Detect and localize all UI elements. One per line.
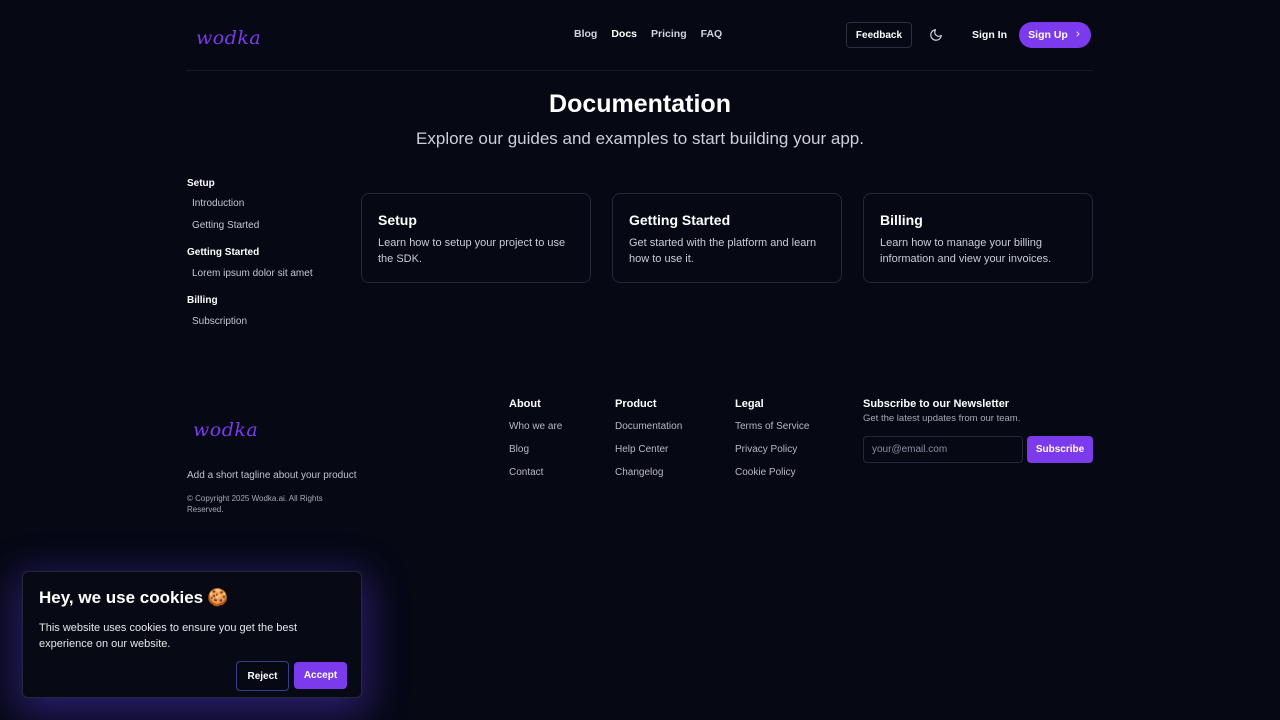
newsletter-heading: Subscribe to our Newsletter	[863, 398, 1010, 410]
brand-logo[interactable]: wodka	[196, 27, 261, 49]
cookie-text: This website uses cookies to ensure you …	[39, 622, 298, 650]
sign-in-button[interactable]: Sign In	[972, 29, 1007, 41]
page-subtitle: Explore our guides and examples to start…	[416, 129, 864, 148]
nav-link-faq[interactable]: FAQ	[701, 28, 723, 40]
main-nav: Blog Docs Pricing FAQ	[574, 28, 722, 40]
card-getting-started[interactable]: Getting Started Get started with the pla…	[612, 193, 842, 283]
footer-link-documentation[interactable]: Documentation	[615, 421, 682, 432]
chevron-right-icon	[1074, 29, 1082, 41]
newsletter: Subscribe to our Newsletter Get the late…	[863, 398, 1093, 463]
cookie-title-text: Hey, we use cookies	[39, 588, 204, 607]
cookie-title: Hey, we use cookies 🍪	[39, 588, 228, 608]
footer-column-legal: Legal Terms of Service Privacy Policy Co…	[735, 398, 809, 490]
card-text: Learn how to manage your billing informa…	[880, 237, 1052, 265]
footer-link-help-center[interactable]: Help Center	[615, 444, 682, 455]
feedback-button[interactable]: Feedback	[846, 22, 912, 48]
sidebar-heading-getting-started: Getting Started	[187, 247, 260, 258]
moon-icon[interactable]	[929, 28, 943, 42]
footer-heading: About	[509, 398, 541, 410]
copyright: © Copyright 2025 Wodka.ai. All Rights Re…	[187, 494, 323, 514]
newsletter-text: Get the latest updates from our team.	[863, 413, 1021, 424]
footer-link-changelog[interactable]: Changelog	[615, 467, 682, 478]
cookie-banner: Hey, we use cookies 🍪 This website uses c…	[22, 571, 362, 698]
nav-link-pricing[interactable]: Pricing	[651, 28, 687, 40]
card-text: Get started with the platform and learn …	[629, 237, 817, 265]
cookie-icon: 🍪	[207, 588, 229, 607]
header-divider	[186, 70, 1093, 71]
footer-logo[interactable]: wodka	[193, 419, 258, 441]
sidebar-heading-billing: Billing	[187, 295, 218, 306]
card-setup[interactable]: Setup Learn how to setup your project to…	[361, 193, 591, 283]
footer-heading: Product	[615, 398, 657, 410]
footer-link-blog[interactable]: Blog	[509, 444, 562, 455]
footer-heading: Legal	[735, 398, 764, 410]
sidebar-item-lorem-ipsum[interactable]: Lorem ipsum dolor sit amet	[192, 268, 313, 279]
reject-button[interactable]: Reject	[236, 661, 289, 691]
accept-button[interactable]: Accept	[294, 662, 347, 689]
card-billing[interactable]: Billing Learn how to manage your billing…	[863, 193, 1093, 283]
subscribe-button[interactable]: Subscribe	[1027, 436, 1093, 463]
card-title: Billing	[880, 212, 923, 228]
footer-link-cookie-policy[interactable]: Cookie Policy	[735, 467, 809, 478]
card-title: Getting Started	[629, 212, 731, 228]
footer-link-privacy[interactable]: Privacy Policy	[735, 444, 809, 455]
newsletter-email-input[interactable]	[863, 436, 1023, 463]
footer-tagline: Add a short tagline about your product	[187, 470, 357, 481]
footer-column-product: Product Documentation Help Center Change…	[615, 398, 682, 490]
footer-link-who-we-are[interactable]: Who we are	[509, 421, 562, 432]
card-text: Learn how to setup your project to use t…	[378, 237, 566, 265]
card-title: Setup	[378, 212, 417, 228]
footer-link-terms[interactable]: Terms of Service	[735, 421, 809, 432]
nav-link-blog[interactable]: Blog	[574, 28, 597, 40]
sidebar-item-introduction[interactable]: Introduction	[192, 198, 244, 209]
sign-up-button[interactable]: Sign Up	[1019, 22, 1091, 48]
footer-column-about: About Who we are Blog Contact	[509, 398, 562, 490]
sidebar-item-subscription[interactable]: Subscription	[192, 316, 247, 327]
footer-link-contact[interactable]: Contact	[509, 467, 562, 478]
nav-link-docs[interactable]: Docs	[611, 28, 637, 40]
page-title: Documentation	[549, 90, 731, 118]
sidebar-heading-setup: Setup	[187, 178, 215, 189]
sidebar-item-getting-started[interactable]: Getting Started	[192, 220, 259, 231]
sign-up-label: Sign Up	[1028, 29, 1068, 41]
